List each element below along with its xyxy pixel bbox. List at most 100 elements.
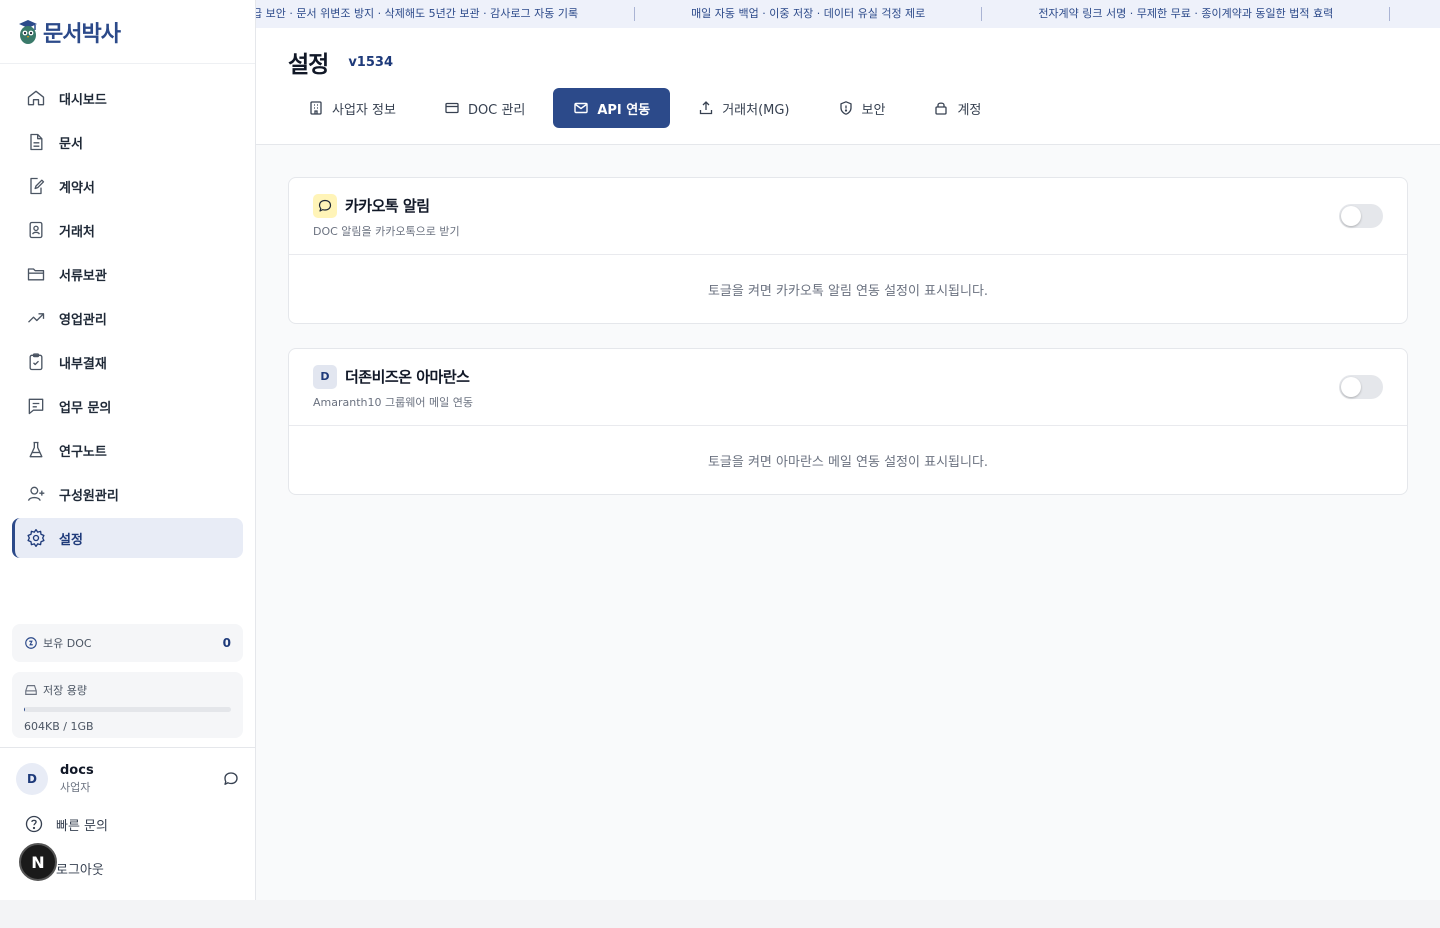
- sidebar-nav: 대시보드 문서 계약서 거래처 서류보관 영업관리 내부결재 업무 문의 연구노…: [0, 64, 255, 558]
- upload-icon: [700, 101, 713, 115]
- sidebar-item-label: 연구노트: [59, 444, 107, 460]
- card-icon: [445, 102, 459, 114]
- flask-icon: [29, 441, 43, 458]
- doc-balance-count: 0: [222, 636, 231, 650]
- hard-drive-icon: [25, 685, 37, 695]
- tab-label: 거래처(MG): [722, 102, 790, 118]
- amaranth-card-title: 더존비즈온 아마란스: [345, 368, 470, 386]
- tab-label: API 연동: [597, 102, 651, 118]
- user-profile: D docs 사업자: [16, 762, 240, 796]
- user-plus-icon: [27, 486, 45, 501]
- sidebar-item-label: 대시보드: [59, 92, 107, 108]
- kakao-integration-card: 카카오톡 알림 DOC 알림을 카카오톡으로 받기 토글을 켜면 카카오톡 알림…: [288, 177, 1408, 324]
- avatar[interactable]: D: [16, 763, 48, 795]
- sidebar-item-members[interactable]: 구성원관리: [12, 474, 243, 514]
- tab-api-integration[interactable]: API 연동: [553, 88, 671, 128]
- divider: [0, 747, 255, 748]
- logout-label: 로그아웃: [56, 862, 104, 878]
- shield-icon: [839, 101, 852, 115]
- storage-progress-fill: [24, 707, 26, 712]
- contract-edit-icon: [30, 177, 45, 195]
- amaranth-toggle[interactable]: [1339, 375, 1383, 399]
- kakao-card-subtitle: DOC 알림을 카카오톡으로 받기: [313, 224, 460, 238]
- sidebar-item-label: 영업관리: [59, 312, 107, 328]
- storage-progress-bar: [24, 707, 231, 712]
- folder-icon: [27, 268, 45, 281]
- tab-label: 계정: [957, 102, 982, 118]
- version-label: v1534: [348, 54, 393, 70]
- sidebar-item-clients[interactable]: 거래처: [12, 210, 243, 250]
- storage-usage: 저장 용량 604KB / 1GB: [12, 672, 243, 738]
- sidebar-item-label: 거래처: [59, 224, 95, 240]
- quick-inquiry-label: 빠른 문의: [56, 818, 108, 834]
- help-circle-icon: [25, 815, 43, 833]
- sidebar-item-label: 설정: [59, 532, 83, 548]
- sidebar-item-label: 업무 문의: [59, 400, 112, 416]
- chat-bubble-icon[interactable]: [222, 770, 240, 788]
- sidebar-item-label: 구성원관리: [59, 488, 119, 504]
- user-role: 사업자: [60, 781, 91, 794]
- sidebar-item-settings[interactable]: 설정: [12, 518, 243, 558]
- integration-list: 카카오톡 알림 DOC 알림을 카카오톡으로 받기 토글을 켜면 카카오톡 알림…: [256, 145, 1440, 551]
- lock-icon: [935, 102, 948, 115]
- gear-icon: [27, 529, 45, 547]
- amaranth-card-subtitle: Amaranth10 그룹웨어 메일 연동: [313, 395, 473, 409]
- tab-account[interactable]: 계정: [913, 88, 1001, 128]
- doc-balance-label: 보유 DOC: [43, 637, 92, 650]
- logout-link[interactable]: 로그아웃: [56, 856, 104, 880]
- sidebar-item-documents[interactable]: 문서: [12, 122, 243, 162]
- logo[interactable]: 문서박사: [0, 0, 255, 64]
- sidebar-item-inquiry[interactable]: 업무 문의: [12, 386, 243, 426]
- tab-label: 사업자 정보: [332, 102, 396, 118]
- sidebar-item-contracts[interactable]: 계약서: [12, 166, 243, 206]
- main-content: 급 보안 · 문서 위변조 방지 · 삭제해도 5년간 보관 · 감사로그 자동…: [256, 0, 1440, 900]
- message-lines-icon: [28, 398, 44, 415]
- page-title: 설정: [288, 52, 329, 78]
- storage-text: 604KB / 1GB: [24, 720, 94, 733]
- tab-label: 보안: [861, 102, 886, 118]
- ticker-item: 급 보안 · 문서 위변조 방지 · 삭제해도 5년간 보관 · 감사로그 자동…: [256, 7, 636, 21]
- user-name: docs: [60, 763, 94, 778]
- doc-balance[interactable]: 보유 DOC 0: [12, 624, 243, 662]
- contact-card-icon: [29, 221, 43, 239]
- tab-doc-management[interactable]: DOC 관리: [424, 88, 545, 128]
- ticker-item: 매일 자동 백업 · 이중 저장 · 데이터 유실 걱정 제로: [635, 7, 983, 21]
- announcement-ticker: 급 보안 · 문서 위변조 방지 · 삭제해도 5년간 보관 · 감사로그 자동…: [256, 0, 1440, 28]
- tab-clients-mg[interactable]: 거래처(MG): [678, 88, 809, 128]
- tab-label: DOC 관리: [467, 102, 526, 118]
- trend-up-icon: [28, 313, 45, 323]
- clipboard-check-icon: [29, 353, 43, 371]
- sidebar-item-label: 문서: [59, 136, 83, 152]
- sidebar-item-label: 계약서: [59, 180, 95, 196]
- sidebar-item-label: 서류보관: [59, 268, 107, 284]
- building-icon: [310, 101, 322, 115]
- sidebar-item-label: 내부결재: [59, 356, 107, 372]
- document-icon: [30, 133, 43, 151]
- sidebar-item-research[interactable]: 연구노트: [12, 430, 243, 470]
- coin-icon: [25, 637, 37, 649]
- brand-name: 문서박사: [43, 21, 121, 47]
- sidebar-item-archive[interactable]: 서류보관: [12, 254, 243, 294]
- sidebar: 문서박사 대시보드 문서 계약서 거래처 서류보관 영업관리 내부결재 업무 문…: [0, 0, 256, 900]
- kakao-toggle[interactable]: [1339, 204, 1383, 228]
- mail-icon: [574, 102, 589, 114]
- sidebar-item-sales[interactable]: 영업관리: [12, 298, 243, 338]
- storage-label: 저장 용량: [43, 684, 87, 697]
- page-header: 설정 v1534 사업자 정보 DOC 관리 API 연동 거래처(MG) 보안…: [256, 28, 1440, 145]
- ticker-item: 전자계약 링크 서명 · 무제한 무료 · 종이계약과 동일한 법적 효력: [982, 7, 1391, 21]
- quick-inquiry-link[interactable]: 빠른 문의: [24, 812, 108, 836]
- owl-mascot-icon: [19, 19, 37, 44]
- sidebar-item-dashboard[interactable]: 대시보드: [12, 78, 243, 118]
- kakao-chat-icon: [313, 193, 337, 218]
- settings-tabs: 사업자 정보 DOC 관리 API 연동 거래처(MG) 보안 계정: [288, 88, 1440, 128]
- dev-tools-badge[interactable]: N: [19, 843, 57, 881]
- sidebar-item-approval[interactable]: 내부결재: [12, 342, 243, 382]
- douzone-logo-icon: D: [313, 364, 337, 389]
- amaranth-integration-card: D 더존비즈온 아마란스 Amaranth10 그룹웨어 메일 연동 토글을 켜…: [288, 348, 1408, 495]
- tab-business-info[interactable]: 사업자 정보: [288, 88, 416, 128]
- tab-security[interactable]: 보안: [818, 88, 906, 128]
- amaranth-card-body: 토글을 켜면 아마란스 메일 연동 설정이 표시됩니다.: [707, 454, 989, 470]
- kakao-card-body: 토글을 켜면 카카오톡 알림 연동 설정이 표시됩니다.: [707, 283, 989, 299]
- home-icon: [27, 90, 45, 106]
- kakao-card-title: 카카오톡 알림: [345, 197, 430, 215]
